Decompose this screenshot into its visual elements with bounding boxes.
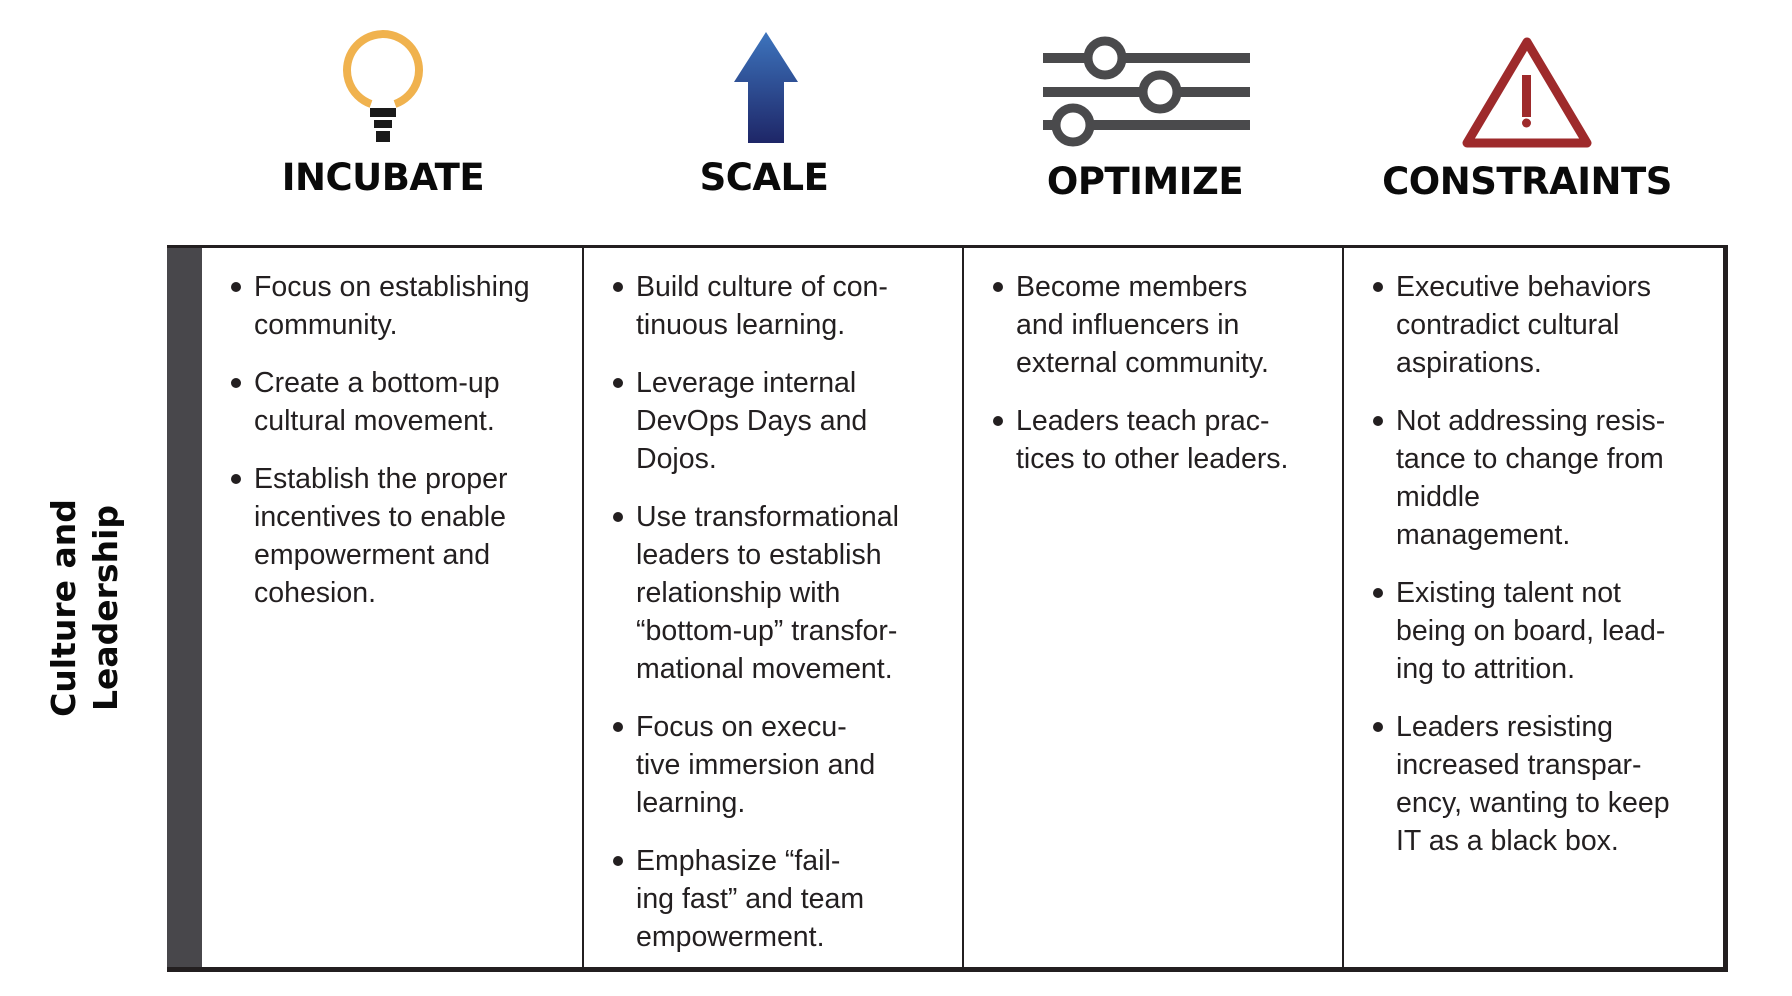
list-item: Focus on execu-tive immersion and learnin… [584, 708, 962, 822]
header-scale: SCALE [574, 0, 954, 220]
list-item: Establish the proper incentives to enable… [202, 460, 582, 612]
list-item-text: IT as a black box. [1396, 825, 1619, 857]
row-indicator-bar [167, 248, 202, 967]
list-item-text: aspirations. [1396, 347, 1542, 379]
column-constraints: Executive behaviors contradict cultural as… [1342, 248, 1723, 967]
sliders-icon [1043, 36, 1250, 147]
bullet-icon [993, 282, 1003, 292]
list-item-text: Establish the proper [254, 463, 508, 495]
row-label: Culture and Leadership [40, 498, 130, 717]
bullet-list: Executive behaviors contradict cultural as… [1344, 268, 1723, 880]
row-label-line: Culture and [44, 498, 83, 717]
column-title: OPTIMIZE [1046, 160, 1244, 203]
list-item-text: contradict cultural [1396, 309, 1620, 341]
bullet-icon [613, 722, 623, 732]
bullet-icon [1373, 722, 1383, 732]
list-item-text: tinuous learning. [636, 309, 846, 341]
list-item-text: leaders to establish [636, 539, 882, 571]
list-item: Become members and influencers in external… [964, 268, 1342, 382]
list-item-text: Create a bottom-up [254, 367, 500, 399]
list-item-text: Focus on establishing [254, 271, 530, 303]
list-item-text: tices to other leaders. [1016, 443, 1289, 475]
list-item-text: incentives to enable [254, 501, 506, 533]
list-item-text: ing to attrition. [1396, 653, 1576, 685]
list-item-text: empowerment and [254, 539, 491, 571]
list-item: Leverage internal DevOps Days and Dojos. [584, 364, 962, 478]
list-item-text: tive immersion and [636, 749, 876, 781]
list-item: Existing talent not being on board, lead-… [1344, 574, 1723, 688]
bullet-list: Focus on establishing community. Create a … [202, 268, 582, 632]
bullet-icon [231, 474, 241, 484]
list-item-text: Become members [1016, 271, 1248, 303]
column-incubate: Focus on establishing community. Create a … [202, 248, 582, 967]
list-item-text: Use transformational [636, 501, 899, 533]
column-scale: Build culture of con-tinuous learning. Le… [582, 248, 962, 967]
list-item-text: learning. [636, 787, 746, 819]
list-item-text: Executive behaviors [1396, 271, 1652, 303]
list-item: Focus on establishing community. [202, 268, 582, 344]
bullet-icon [1373, 588, 1383, 598]
header-constraints: CONSTRAINTS [1337, 0, 1717, 220]
up-arrow-icon [734, 32, 798, 143]
bullet-icon [231, 282, 241, 292]
list-item-text: Focus on execu- [636, 711, 847, 743]
list-item: Use transformational leaders to establish… [584, 498, 962, 688]
list-item-text: Not addressing resis- [1396, 405, 1666, 437]
list-item-text: cohesion. [254, 577, 377, 609]
list-item-text: Leaders resisting [1396, 711, 1614, 743]
list-item-text: Build culture of con- [636, 271, 888, 303]
list-item: Executive behaviors contradict cultural as… [1344, 268, 1723, 382]
bullet-list: Become members and influencers in external… [964, 268, 1342, 498]
bullet-icon [231, 378, 241, 388]
warning-triangle-icon [1462, 37, 1592, 148]
list-item: Not addressing resis-tance to change fro… [1344, 402, 1723, 554]
column-optimize: Become members and influencers in external… [962, 248, 1342, 967]
list-item-text: empowerment. [636, 921, 825, 953]
list-item-text: ing fast” and team [636, 883, 865, 915]
list-item-text: community. [254, 309, 398, 341]
list-item-text: management. [1396, 519, 1571, 551]
list-item-text: and influencers in [1016, 309, 1240, 341]
list-item-text: Dojos. [636, 443, 717, 475]
content-table: Focus on establishing community. Create a … [167, 245, 1728, 972]
list-item-text: tance to change from [1396, 443, 1664, 475]
list-item-text: middle [1396, 481, 1480, 513]
column-title: INCUBATE [281, 156, 485, 199]
row-label-line: Leadership [86, 504, 125, 711]
list-item-text: Leverage internal [636, 367, 857, 399]
list-item: Create a bottom-up cultural movement. [202, 364, 582, 440]
list-item-text: ency, wanting to keep [1396, 787, 1670, 819]
list-item-text: Existing talent not [1396, 577, 1621, 609]
list-item-text: cultural movement. [254, 405, 495, 437]
list-item: Build culture of con-tinuous learning. [584, 268, 962, 344]
bullet-icon [613, 282, 623, 292]
header-incubate: INCUBATE [193, 0, 573, 220]
header-optimize: OPTIMIZE [955, 0, 1335, 220]
list-item-text: increased transpar- [1396, 749, 1642, 781]
bullet-icon [1373, 282, 1383, 292]
list-item-text: being on board, lead- [1396, 615, 1666, 647]
bullet-icon [613, 378, 623, 388]
bullet-list: Build culture of con-tinuous learning. Le… [584, 268, 962, 976]
list-item-text: mational movement. [636, 653, 893, 685]
bullet-icon [1373, 416, 1383, 426]
list-item: Leaders resisting increased transpar-ency… [1344, 708, 1723, 860]
lightbulb-icon [343, 30, 423, 142]
column-title: CONSTRAINTS [1382, 160, 1672, 203]
list-item: Leaders teach prac-tices to other leader… [964, 402, 1342, 478]
bullet-icon [993, 416, 1003, 426]
bullet-icon [613, 856, 623, 866]
column-title: SCALE [699, 156, 829, 199]
list-item-text: Leaders teach prac- [1016, 405, 1270, 437]
list-item-text: “bottom-up” transfor- [636, 615, 898, 647]
list-item-text: relationship with [636, 577, 841, 609]
bullet-icon [613, 512, 623, 522]
list-item-text: external community. [1016, 347, 1269, 379]
list-item-text: Emphasize “fail- [636, 845, 841, 877]
list-item: Emphasize “fail-ing fast” and team empowe… [584, 842, 962, 956]
list-item-text: DevOps Days and [636, 405, 868, 437]
